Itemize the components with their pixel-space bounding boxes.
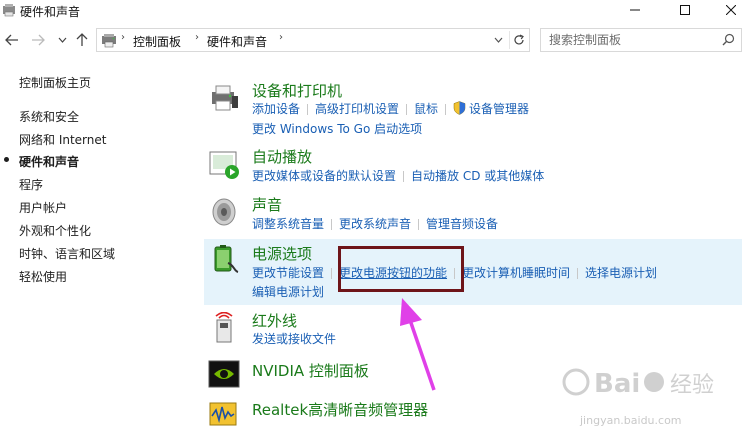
infrared-icon[interactable] [208,311,240,344]
nav-programs[interactable]: 程序 [19,176,43,193]
annotation-arrow-icon [400,298,436,391]
category-autoplay: 自动播放 更改媒体或设备的默认设置 自动播放 CD 或其他媒体 [204,144,742,188]
breadcrumb-control-panel[interactable]: 控制面板 [133,33,181,50]
link-separator [331,219,333,230]
link-advanced-printer-setup[interactable]: 高级打印机设置 [315,100,399,117]
link-separator [577,268,579,279]
battery-icon[interactable] [208,243,240,275]
link-separator [331,268,333,279]
category-title[interactable]: 红外线 [252,310,297,331]
link-autoplay-cd[interactable]: 自动播放 CD 或其他媒体 [411,167,544,184]
refresh-icon [513,34,524,45]
maximize-button[interactable] [662,0,708,20]
autoplay-icon[interactable] [208,148,240,180]
link-separator [307,104,309,115]
address-bar[interactable]: › 控制面板 › 硬件和声音 › [96,28,530,52]
forward-button[interactable] [29,31,47,49]
link-change-media-defaults[interactable]: 更改媒体或设备的默认设置 [252,167,396,184]
category-title[interactable]: 电源选项 [252,243,312,264]
breadcrumb-separator: › [121,32,125,43]
link-mouse[interactable]: 鼠标 [414,100,438,117]
control-panel-location-icon [101,32,117,48]
watermark-url: jingyan.baidu.com [580,414,682,427]
search-icon[interactable] [722,33,735,49]
annotation-highlight-box [338,246,464,292]
nav-network-internet[interactable]: 网络和 Internet [19,131,106,148]
category-infrared: 红外线 发送或接收文件 [204,308,742,352]
link-change-system-sounds[interactable]: 更改系统声音 [339,215,411,232]
link-device-manager[interactable]: 设备管理器 [469,100,529,117]
nav-clock-language-region[interactable]: 时钟、语言和区域 [19,245,115,262]
category-title[interactable]: 声音 [252,194,282,215]
svg-text:Bai: Bai [594,369,640,399]
link-separator [406,104,408,115]
control-panel-app-icon [2,3,16,17]
link-choose-power-plan[interactable]: 选择电源计划 [585,264,657,281]
search-input[interactable] [549,32,719,48]
category-sound: 声音 调整系统音量 更改系统声音 管理音频设备 [204,192,742,236]
link-manage-audio-devices[interactable]: 管理音频设备 [426,215,498,232]
up-button[interactable] [73,31,91,49]
minimize-icon [630,9,640,11]
category-title[interactable]: NVIDIA 控制面板 [252,360,369,381]
link-change-sleep-time[interactable]: 更改计算机睡眠时间 [462,264,570,281]
link-add-device[interactable]: 添加设备 [252,100,300,117]
link-separator [445,104,447,115]
chevron-down-icon [494,37,502,43]
category-title[interactable]: 设备和打印机 [252,80,342,101]
refresh-button[interactable] [509,31,527,49]
chevron-down-icon [58,37,66,43]
link-change-power-saving[interactable]: 更改节能设置 [252,264,324,281]
title-bar: 硬件和声音 [0,0,750,22]
nav-hardware-sound[interactable]: 硬件和声音 [19,153,79,170]
nav-system-security[interactable]: 系统和安全 [19,108,79,125]
uac-shield-icon [453,101,466,115]
printer-icon[interactable] [208,82,240,114]
category-power-options: 电源选项 更改节能设置 更改电源按钮的功能 更改计算机睡眠时间 选择电源计划 编辑电源… [204,239,742,305]
search-box[interactable] [540,28,742,52]
close-icon [726,5,736,15]
address-dropdown-button[interactable] [489,31,507,49]
nav-user-accounts[interactable]: 用户帐户 [19,199,67,216]
link-separator [403,171,405,182]
category-title[interactable]: Realtek高清晰音频管理器 [252,399,428,420]
link-edit-power-plan[interactable]: 编辑电源计划 [252,283,324,300]
link-send-receive-files[interactable]: 发送或接收文件 [252,330,336,347]
close-button[interactable] [708,0,750,20]
nav-control-panel-home[interactable]: 控制面板主页 [19,74,91,91]
link-adjust-volume[interactable]: 调整系统音量 [252,215,324,232]
nav-ease-of-access[interactable]: 轻松使用 [19,268,67,285]
window-title: 硬件和声音 [20,5,81,19]
maximize-icon [680,5,690,15]
back-button[interactable] [3,31,21,49]
nav-appearance[interactable]: 外观和个性化 [19,222,91,239]
category-devices-printers: 设备和打印机 添加设备 高级打印机设置 鼠标 设备管理器 更改 Windows To … [204,76,742,138]
breadcrumb-hardware-sound[interactable]: 硬件和声音 [207,33,267,50]
speaker-icon[interactable] [208,196,240,228]
forward-arrow-icon [32,34,45,46]
breadcrumb-separator: › [279,32,283,43]
back-arrow-icon [5,34,18,46]
up-arrow-icon [76,33,88,46]
realtek-icon[interactable] [208,398,240,430]
category-title[interactable]: 自动播放 [252,146,312,167]
navigation-row: › 控制面板 › 硬件和声音 › [0,26,750,54]
link-windows-to-go[interactable]: 更改 Windows To Go 启动选项 [252,120,422,137]
active-indicator [4,157,9,162]
breadcrumb-separator: › [195,32,199,43]
minimize-button[interactable] [612,0,658,20]
recent-locations-button[interactable] [53,31,71,49]
link-separator [418,219,420,230]
nvidia-icon[interactable] [208,358,240,390]
svg-text:经验: 经验 [670,373,714,398]
